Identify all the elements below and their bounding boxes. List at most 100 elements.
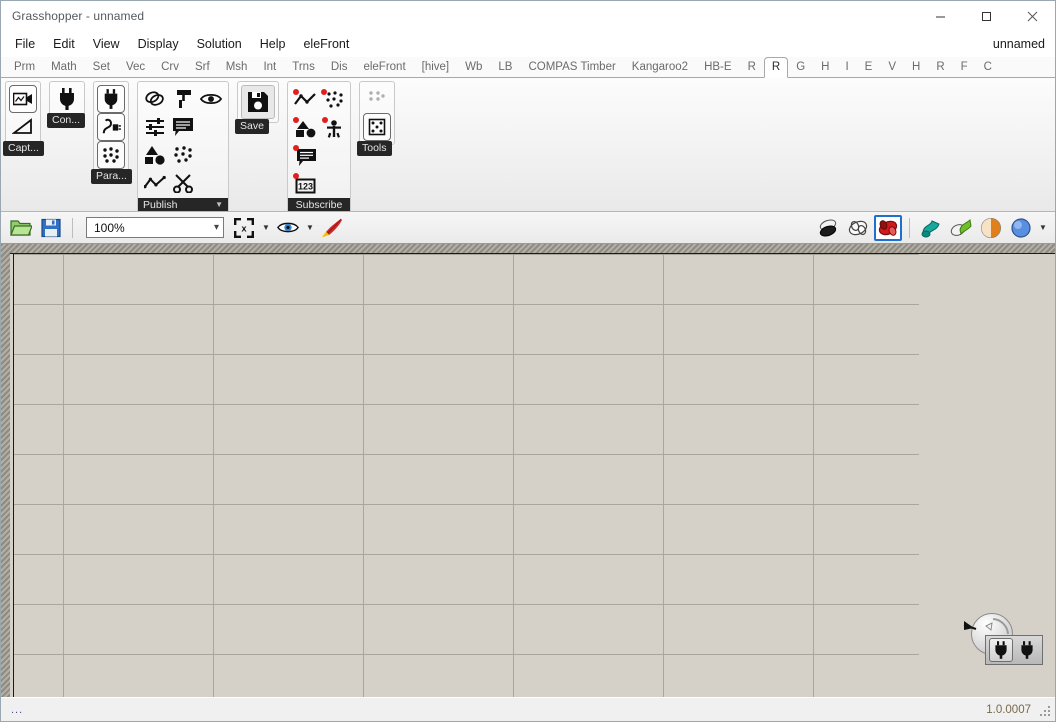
dots-framed-icon-button[interactable] [97, 141, 125, 169]
tab-15-kangaroo2[interactable]: Kangaroo2 [624, 57, 696, 77]
resize-grip[interactable] [1040, 706, 1052, 718]
preview-dropdown-caret[interactable]: ▼ [304, 215, 316, 241]
ribbon-group-connect-label[interactable]: Con... [47, 113, 86, 128]
menu-display[interactable]: Display [129, 34, 188, 54]
dots-plain-icon-button[interactable] [363, 85, 391, 113]
dots-boxed-icon-button[interactable] [363, 113, 391, 141]
tab-18-r[interactable]: R [763, 57, 789, 78]
tab-26-f[interactable]: F [953, 57, 976, 77]
tab-label: Math [51, 61, 77, 73]
tab-19-g[interactable]: G [788, 57, 813, 77]
menu-view[interactable]: View [84, 34, 129, 54]
wireframe-preview-icon-button[interactable] [844, 215, 872, 241]
window-title: Grasshopper - unnamed [12, 9, 145, 23]
menu-solution[interactable]: Solution [188, 34, 251, 54]
teal-material-icon-button[interactable] [917, 215, 945, 241]
tab-11-hive[interactable]: [hive] [414, 57, 458, 77]
ribbon-group-publish-text: Publish [143, 199, 178, 211]
person-sub-icon-button[interactable] [319, 113, 347, 141]
polyline-chart-icon-button[interactable] [141, 169, 169, 197]
close-button[interactable] [1009, 1, 1055, 31]
ribbon-group-save-label[interactable]: Save [235, 119, 269, 134]
tab-13-lb[interactable]: LB [490, 57, 520, 77]
tab-23-v[interactable]: V [880, 57, 904, 77]
display-mode-dropdown-caret[interactable]: ▼ [1037, 215, 1049, 241]
paintbrush-icon-button[interactable] [318, 215, 346, 241]
ribbon-group-capture-label[interactable]: Capt... [3, 141, 44, 156]
tab-2-set[interactable]: Set [85, 57, 118, 77]
tab-label: Crv [161, 61, 180, 73]
tab-0-prm[interactable]: Prm [6, 57, 43, 77]
save-floppy-icon-button[interactable] [37, 215, 65, 241]
plug-icon-button[interactable] [53, 85, 81, 113]
zoom-extents-icon-button[interactable]: x [230, 215, 258, 241]
tab-5-srf[interactable]: Srf [187, 57, 218, 77]
plug-connected-button[interactable] [989, 638, 1013, 662]
ribbon-group-connect: Con... [47, 81, 86, 128]
paint-roller-icon-button[interactable] [169, 85, 197, 113]
dots-scatter-icon-button[interactable] [169, 141, 197, 169]
component-tab-bar: Prm Math Set Vec Crv Srf Msh Int Trns Dis eleFront… [1, 57, 1055, 78]
sliders-icon-button[interactable] [141, 113, 169, 141]
menu-file[interactable]: File [6, 34, 44, 54]
tab-24-h[interactable]: H [904, 57, 928, 77]
tab-16-hb-e[interactable]: HB-E [696, 57, 739, 77]
tab-14-compas-timber[interactable]: COMPAS Timber [520, 57, 623, 77]
menu-help[interactable]: Help [251, 34, 295, 54]
scissors-icon-button[interactable] [169, 169, 197, 197]
blue-sphere-icon-button[interactable] [1007, 215, 1035, 241]
tab-10-elefront[interactable]: eleFront [355, 57, 413, 77]
minimize-button[interactable] [917, 1, 963, 31]
open-folder-icon-button[interactable] [7, 215, 35, 241]
menu-edit[interactable]: Edit [44, 34, 84, 54]
eye-icon-button[interactable] [197, 85, 225, 113]
ribbon-group-tools-label[interactable]: Tools [357, 141, 392, 156]
number-123-sub-icon-button[interactable]: 123 [291, 169, 319, 197]
tab-8-trns[interactable]: Trns [284, 57, 323, 77]
tab-21-i[interactable]: I [837, 57, 856, 77]
zoom-extents-dropdown-caret[interactable]: ▼ [260, 215, 272, 241]
speech-bubble-icon-button[interactable] [169, 113, 197, 141]
render-preview-icon-button[interactable] [874, 214, 902, 241]
tab-12-wb[interactable]: Wb [457, 57, 490, 77]
shapes-sub-icon-button[interactable] [291, 113, 319, 141]
tab-label: Prm [14, 61, 36, 73]
tab-22-e[interactable]: E [857, 57, 881, 77]
tab-7-int[interactable]: Int [255, 57, 284, 77]
canvas-hatched-top-edge [1, 244, 1055, 253]
floppy-disk-icon-button[interactable] [241, 85, 275, 119]
preview-eye-icon-button[interactable] [274, 215, 302, 241]
ribbon-group-publish-label[interactable]: Publish ▼ [138, 198, 228, 211]
orange-sphere-icon-button[interactable] [977, 215, 1005, 241]
dots-scatter-sub-icon-button[interactable] [319, 85, 347, 113]
grasshopper-canvas[interactable] [1, 244, 1055, 697]
tab-1-math[interactable]: Math [43, 57, 85, 77]
toolbar-separator-2 [909, 217, 910, 238]
tab-4-crv[interactable]: Crv [153, 57, 187, 77]
tab-27-c[interactable]: C [976, 57, 1000, 77]
plug-disconnected-button[interactable] [1015, 638, 1039, 662]
zoom-level-combobox[interactable]: 100% ▾ [86, 217, 224, 238]
shapes-icon-button[interactable] [141, 141, 169, 169]
video-camera-icon-button[interactable] [9, 85, 37, 113]
socket-cable-icon-button[interactable] [97, 113, 125, 141]
tab-17-r[interactable]: R [740, 57, 764, 77]
rings-link-icon-button[interactable] [141, 85, 169, 113]
shaded-preview-icon-button[interactable] [814, 215, 842, 241]
polyline-chart-sub-icon-button[interactable] [291, 85, 319, 113]
ribbon-group-parameters-label[interactable]: Para... [91, 169, 132, 184]
tab-3-vec[interactable]: Vec [118, 57, 153, 77]
tab-6-msh[interactable]: Msh [218, 57, 256, 77]
tab-25-r[interactable]: R [928, 57, 952, 77]
ribbon-group-subscribe-label[interactable]: Subscribe [288, 198, 350, 211]
menu-elefront[interactable]: eleFront [294, 34, 358, 54]
tab-label: H [821, 61, 830, 73]
tab-20-h[interactable]: H [813, 57, 837, 77]
green-material-icon-button[interactable] [947, 215, 975, 241]
tab-label: V [888, 61, 896, 73]
maximize-button[interactable] [963, 1, 1009, 31]
tab-9-dis[interactable]: Dis [323, 57, 356, 77]
plug-framed-icon-button[interactable] [97, 85, 125, 113]
angle-triangle-icon-button[interactable] [9, 113, 37, 141]
speech-bubble-sub-icon-button[interactable] [291, 141, 319, 169]
